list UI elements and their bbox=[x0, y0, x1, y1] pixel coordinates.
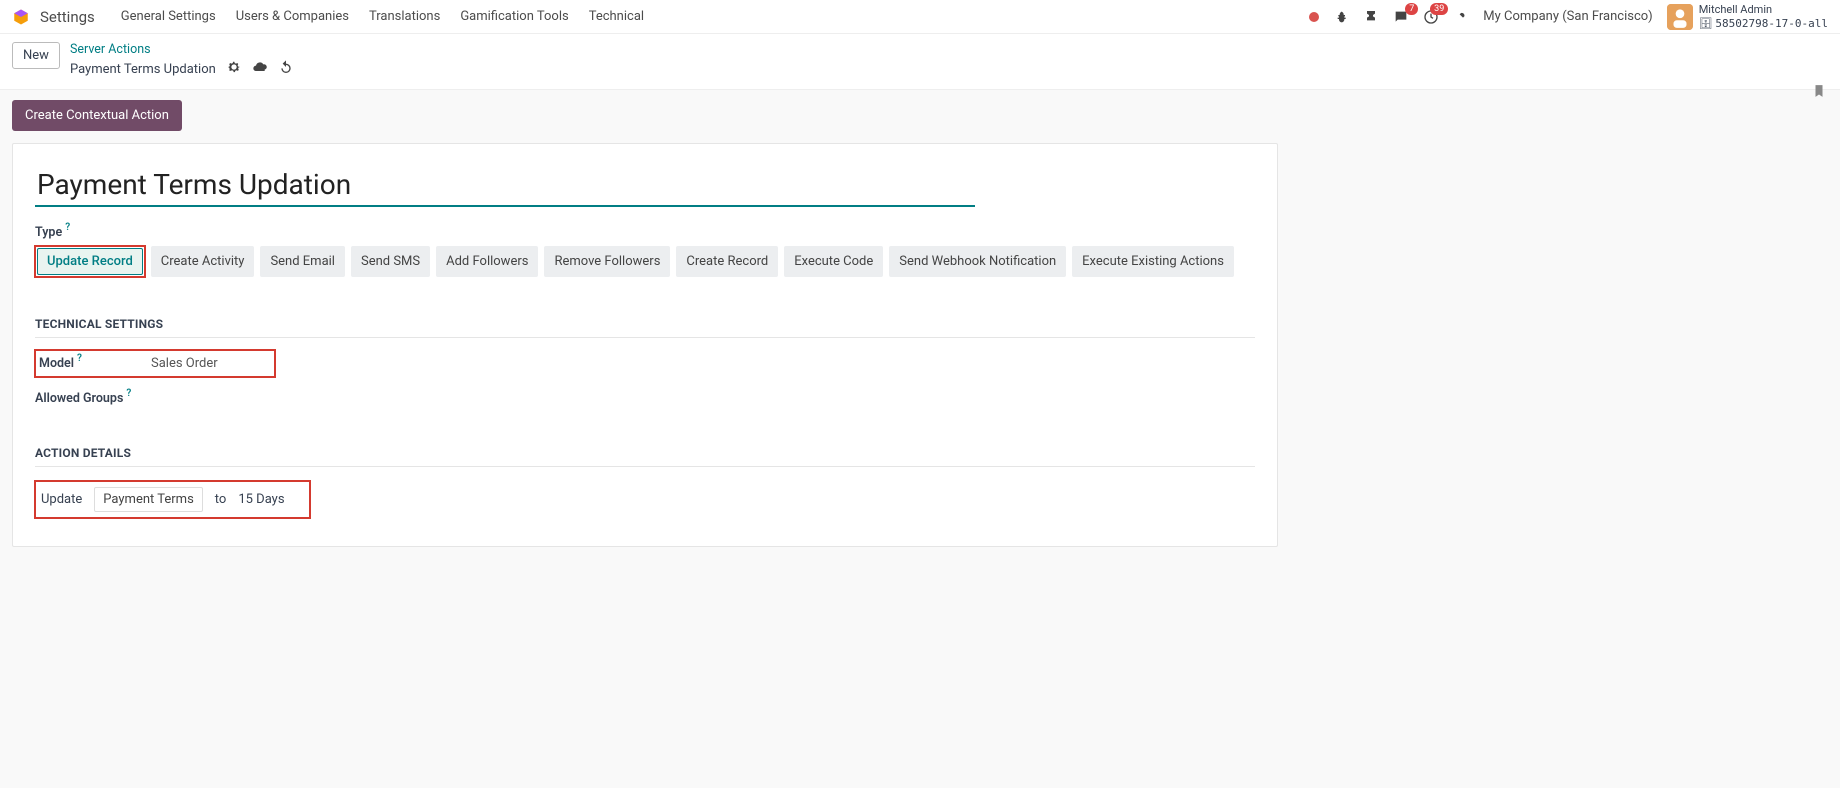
type-option-webhook[interactable]: Send Webhook Notification bbox=[889, 246, 1066, 277]
form-card: Type ? Update Record Create Activity Sen… bbox=[12, 143, 1278, 547]
type-option-send-sms[interactable]: Send SMS bbox=[351, 246, 430, 277]
user-menu[interactable]: Mitchell Admin 🗄 58502798-17-0-all bbox=[1667, 3, 1828, 31]
messages-badge: 7 bbox=[1405, 3, 1418, 15]
cloud-save-icon[interactable] bbox=[252, 59, 268, 79]
allowed-groups-row: Allowed Groups ? bbox=[35, 391, 1255, 406]
menu-gamification[interactable]: Gamification Tools bbox=[450, 9, 578, 24]
navbar-right: 7 39 My Company (San Francisco) Mitchell… bbox=[1309, 3, 1828, 31]
breadcrumb-current: Payment Terms Updation bbox=[70, 62, 216, 77]
model-label: Model ? bbox=[39, 356, 151, 371]
activities-icon[interactable]: 39 bbox=[1423, 9, 1439, 25]
activities-badge: 39 bbox=[1430, 3, 1448, 15]
type-option-execute-code[interactable]: Execute Code bbox=[784, 246, 883, 277]
help-icon[interactable]: ? bbox=[65, 222, 70, 233]
model-row: Model ? Sales Order bbox=[35, 350, 275, 377]
bug-icon[interactable] bbox=[1333, 9, 1349, 25]
action-name-input[interactable] bbox=[35, 166, 975, 207]
section-action-details: ACTION DETAILS bbox=[35, 446, 1255, 467]
breadcrumb-parent[interactable]: Server Actions bbox=[70, 42, 294, 57]
type-option-update-record[interactable]: Update Record bbox=[37, 248, 143, 275]
company-selector[interactable]: My Company (San Francisco) bbox=[1483, 9, 1652, 24]
create-contextual-action-button[interactable]: Create Contextual Action bbox=[12, 100, 182, 131]
support-icon[interactable] bbox=[1363, 9, 1379, 25]
type-option-existing-actions[interactable]: Execute Existing Actions bbox=[1072, 246, 1234, 277]
user-name: Mitchell Admin bbox=[1699, 3, 1828, 17]
avatar-icon bbox=[1667, 4, 1693, 30]
model-value[interactable]: Sales Order bbox=[151, 356, 218, 371]
odoo-logo-icon bbox=[12, 8, 30, 26]
to-word: to bbox=[215, 492, 227, 507]
menu-translations[interactable]: Translations bbox=[359, 9, 450, 24]
recording-indicator-icon[interactable] bbox=[1309, 12, 1319, 22]
allowed-groups-label: Allowed Groups ? bbox=[35, 391, 131, 406]
menu-technical[interactable]: Technical bbox=[579, 9, 654, 24]
messages-icon[interactable]: 7 bbox=[1393, 9, 1409, 25]
type-label: Type ? bbox=[35, 225, 70, 240]
tools-icon[interactable] bbox=[1453, 9, 1469, 25]
type-option-remove-followers[interactable]: Remove Followers bbox=[544, 246, 670, 277]
top-navbar: Settings General Settings Users & Compan… bbox=[0, 0, 1840, 34]
type-option-create-activity[interactable]: Create Activity bbox=[151, 246, 255, 277]
menu-general-settings[interactable]: General Settings bbox=[111, 9, 226, 24]
type-options: Update Record Create Activity Send Email… bbox=[35, 246, 1255, 277]
user-info: Mitchell Admin 🗄 58502798-17-0-all bbox=[1699, 3, 1828, 31]
type-option-create-record[interactable]: Create Record bbox=[676, 246, 778, 277]
menu-users-companies[interactable]: Users & Companies bbox=[226, 9, 359, 24]
help-icon[interactable]: ? bbox=[126, 388, 131, 399]
bookmark-icon[interactable] bbox=[1812, 82, 1826, 104]
app-name[interactable]: Settings bbox=[40, 8, 95, 26]
type-option-add-followers[interactable]: Add Followers bbox=[436, 246, 538, 277]
update-word: Update bbox=[41, 492, 82, 507]
type-option-send-email[interactable]: Send Email bbox=[260, 246, 345, 277]
content-area: Create Contextual Action Type ? Update R… bbox=[0, 90, 1290, 557]
update-line: Update Payment Terms to 15 Days bbox=[35, 481, 310, 518]
db-line: 🗄 58502798-17-0-all bbox=[1699, 17, 1828, 31]
new-button[interactable]: New bbox=[12, 42, 60, 69]
help-icon[interactable]: ? bbox=[77, 353, 82, 364]
section-technical-settings: TECHNICAL SETTINGS bbox=[35, 317, 1255, 338]
update-value[interactable]: 15 Days bbox=[238, 492, 284, 507]
discard-icon[interactable] bbox=[278, 59, 294, 79]
update-field-chip[interactable]: Payment Terms bbox=[94, 487, 203, 512]
breadcrumb-bar: New Server Actions Payment Terms Updatio… bbox=[0, 34, 1840, 90]
gear-icon[interactable] bbox=[226, 59, 242, 79]
